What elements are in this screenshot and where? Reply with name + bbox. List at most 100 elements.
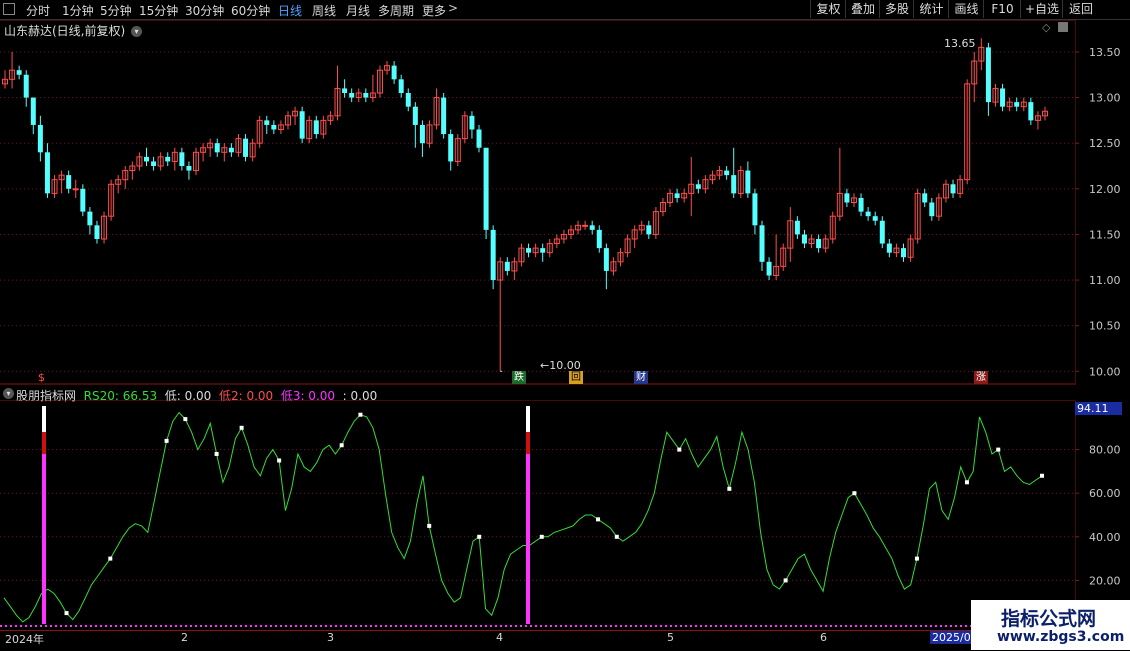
- period-tab-0[interactable]: 分时: [26, 2, 50, 19]
- candle-body-66: [469, 115, 475, 130]
- candle-body-91: [646, 225, 652, 235]
- indicator-marker-12: [596, 517, 601, 522]
- candle-body-145: [1028, 102, 1034, 121]
- candle-body-37: [264, 120, 270, 125]
- candle-body-26: [186, 166, 192, 171]
- candle-body-134: [950, 184, 956, 194]
- candle-body-131: [929, 202, 935, 217]
- indicator-marker-14: [677, 447, 682, 452]
- x-axis-label-3: 4: [496, 631, 503, 644]
- candle-body-143: [1014, 102, 1020, 107]
- signal-bar-bottom-1: [526, 453, 530, 624]
- candle-body-56: [398, 79, 404, 93]
- event-badge-3[interactable]: 涨: [974, 371, 988, 384]
- indicator-marker-20: [996, 447, 1001, 452]
- indicator-marker-9: [427, 523, 432, 528]
- x-axis-label-4: 5: [667, 631, 674, 644]
- candle-body-69: [490, 229, 496, 281]
- indicator-marker-15: [727, 486, 732, 491]
- candle-body-13: [94, 225, 100, 239]
- indicator-collapse-icon[interactable]: ▾: [3, 388, 14, 399]
- indicator-current-value: 94.11: [1075, 402, 1122, 415]
- indicator-axis-label-3: 20.00: [1089, 574, 1121, 587]
- price-axis: 13.50 13.00 12.50 12.00 11.50 11.00 10.50 10.00: [1075, 20, 1121, 385]
- period-toolbar: 分时 1分钟 5分钟 15分钟 30分钟 60分钟 日线 周线 月线 多周期 更多 > 复权 叠加 多股…: [0, 0, 1130, 20]
- indicator-marker-11: [539, 534, 544, 539]
- candle-body-23: [165, 156, 171, 162]
- candle-body-85: [603, 248, 609, 271]
- period-tab-6[interactable]: 日线: [278, 2, 302, 19]
- candle-body-125: [886, 243, 892, 253]
- indicator-chart[interactable]: [0, 400, 1075, 630]
- candle-body-119: [844, 193, 850, 203]
- event-badge-1[interactable]: 回: [569, 371, 583, 384]
- indicator-axis-label-2: 40.00: [1089, 531, 1121, 544]
- signal-bar-top-0: [42, 406, 46, 433]
- watermark-title: 指标公式网: [1001, 608, 1097, 630]
- candle-body-63: [448, 134, 454, 162]
- candle-body-6: [44, 152, 50, 194]
- candle-body-67: [476, 129, 482, 148]
- x-axis-label-2: 3: [327, 631, 334, 644]
- chevron-right-icon[interactable]: >: [448, 1, 458, 15]
- candle-body-5: [37, 124, 43, 153]
- candle-body-20: [143, 156, 149, 162]
- period-tab-3[interactable]: 15分钟: [139, 2, 178, 19]
- candle-body-4: [30, 97, 36, 125]
- candle-body-112: [794, 220, 800, 235]
- indicator-marker-10: [477, 534, 482, 539]
- toolbar-button-7[interactable]: 返回: [1062, 0, 1099, 18]
- candle-body-59: [419, 124, 425, 144]
- price-axis-label-0: 13.50: [1089, 46, 1121, 59]
- toolbar-button-6[interactable]: +自选: [1020, 0, 1063, 18]
- indicator-marker-2: [164, 438, 169, 443]
- candle-body-25: [179, 152, 185, 166]
- period-tab-2[interactable]: 5分钟: [100, 2, 132, 19]
- period-tab-7[interactable]: 周线: [312, 2, 336, 19]
- price-axis-label-4: 11.50: [1089, 228, 1121, 241]
- indicator-marker-3: [183, 417, 188, 422]
- candle-body-141: [1000, 88, 1006, 107]
- indicator-marker-8: [358, 412, 363, 417]
- indicator-marker-16: [783, 578, 788, 583]
- candle-body-115: [816, 239, 822, 249]
- indicator-marker-18: [914, 556, 919, 561]
- candle-body-58: [412, 106, 418, 125]
- candle-body-68: [483, 147, 489, 230]
- candle-body-139: [985, 47, 991, 103]
- toolbar-button-5[interactable]: F10: [983, 0, 1021, 18]
- money-flow-icon: $: [38, 371, 45, 384]
- period-tab-4[interactable]: 30分钟: [185, 2, 224, 19]
- signal-bar-top-1: [526, 406, 530, 433]
- toolbar-button-0[interactable]: 复权: [810, 0, 846, 18]
- candle-body-55: [391, 65, 397, 80]
- event-badge-0[interactable]: 跌: [512, 371, 526, 384]
- candle-body-3: [23, 74, 29, 98]
- period-tab-5[interactable]: 60分钟: [231, 2, 270, 19]
- toolbar-button-3[interactable]: 统计: [913, 0, 949, 18]
- rs20-line: [3, 411, 1043, 623]
- candle-body-38: [271, 124, 277, 130]
- toolbar-button-1[interactable]: 叠加: [845, 0, 880, 18]
- indicator-axis-label-1: 60.00: [1089, 487, 1121, 500]
- candle-body-83: [589, 225, 595, 230]
- period-tab-1[interactable]: 1分钟: [62, 2, 94, 19]
- watermark-url: www.zbgs3.com: [997, 629, 1125, 645]
- toolbar-button-2[interactable]: 多股: [879, 0, 914, 18]
- candle-body-34: [243, 138, 249, 157]
- candle-body-10: [72, 188, 79, 191]
- candle-body-74: [526, 248, 532, 253]
- event-badge-2[interactable]: 财: [634, 371, 648, 384]
- price-chart[interactable]: [0, 20, 1075, 385]
- period-tab-8[interactable]: 月线: [346, 2, 370, 19]
- period-tab-10[interactable]: 更多: [422, 2, 446, 19]
- toolbar-button-4[interactable]: 画线: [948, 0, 984, 18]
- candle-body-30: [214, 143, 220, 153]
- period-tab-9[interactable]: 多周期: [378, 2, 414, 19]
- indicator-marker-17: [852, 491, 857, 496]
- candle-body-11: [80, 188, 86, 212]
- candle-body-42: [299, 111, 305, 139]
- menu-icon[interactable]: [3, 3, 15, 15]
- watermark: 指标公式网 www.zbgs3.com: [971, 600, 1130, 650]
- candle-body-113: [801, 234, 807, 244]
